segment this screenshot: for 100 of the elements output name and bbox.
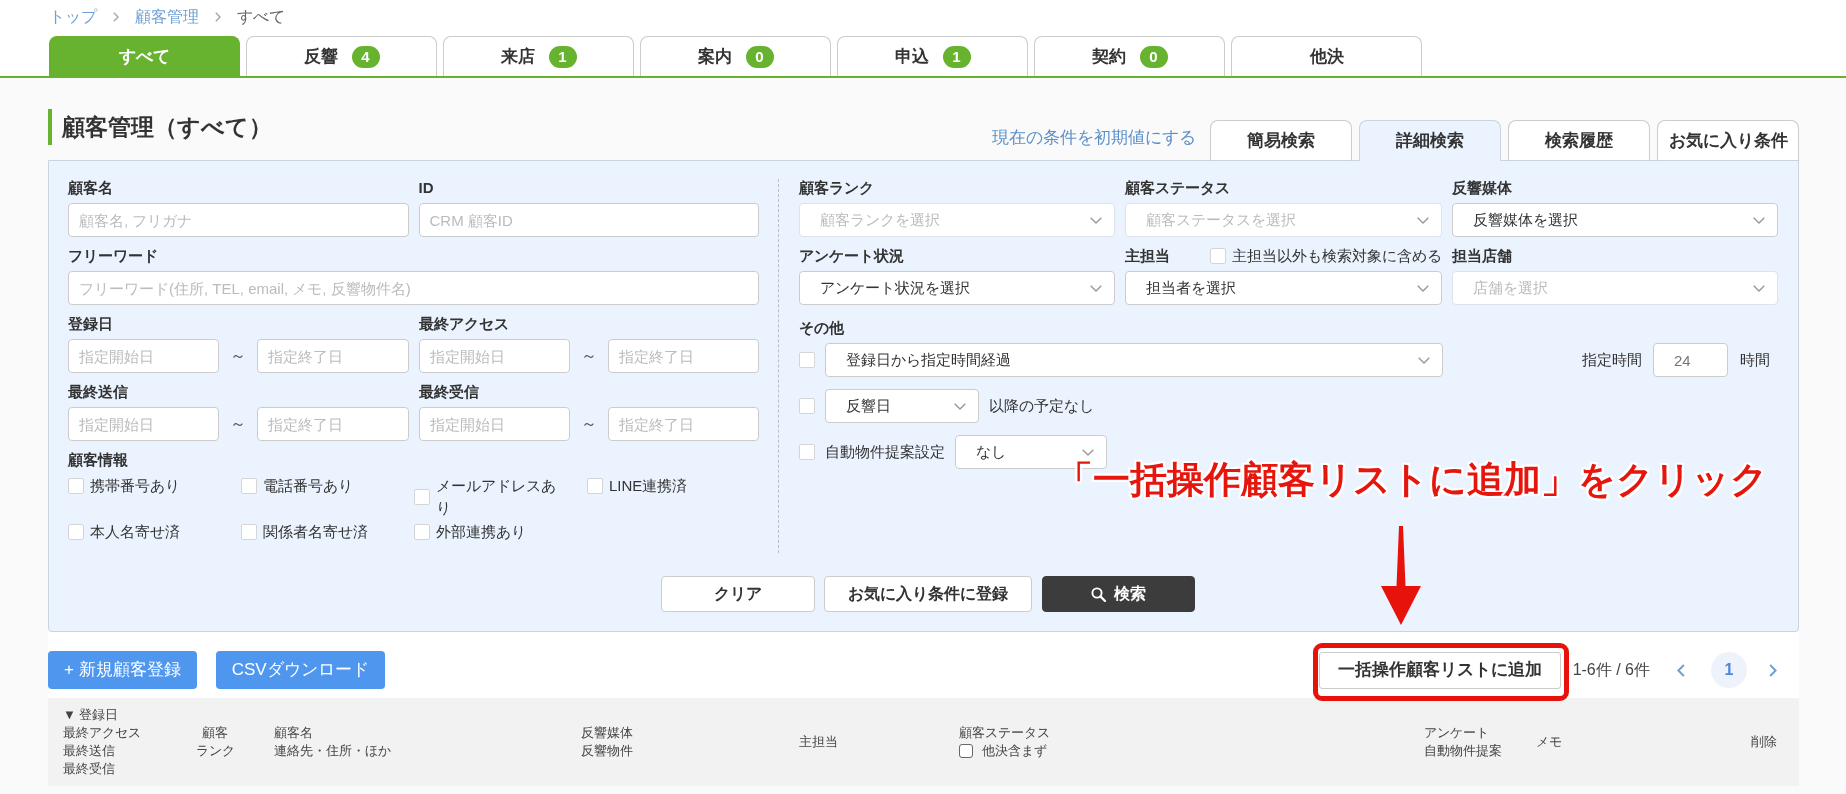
field-label: フリーワード <box>68 247 158 265</box>
page-title: 顧客管理（すべて） <box>48 109 272 145</box>
field-label: アンケート状況 <box>799 247 904 265</box>
column-header: 最終受信 <box>63 760 115 778</box>
checkbox-label: 関係者名寄せ済 <box>263 522 368 542</box>
status-tab[interactable]: 契約 0 <box>1034 36 1225 76</box>
hours-input[interactable]: 24 <box>1653 343 1728 377</box>
chevron-down-icon <box>1090 216 1102 224</box>
count-badge: 1 <box>548 45 577 68</box>
count-badge: 0 <box>1139 45 1168 68</box>
field-label: その他 <box>799 319 844 337</box>
checkbox-label: LINE連携済 <box>609 476 688 496</box>
column-header: ランク <box>195 742 235 760</box>
date-input[interactable]: 指定開始日 <box>418 339 570 373</box>
date-input[interactable]: 指定開始日 <box>68 407 220 441</box>
search-tab[interactable]: 詳細検索 <box>1359 120 1501 161</box>
column-header: 削除 <box>1751 733 1777 751</box>
field-label: 顧客情報 <box>68 451 128 469</box>
checkbox-label: メールアドレスあり <box>436 476 557 518</box>
column-header: 顧客 <box>202 724 228 742</box>
count-badge: 4 <box>351 45 380 68</box>
chevron-down-icon <box>1753 284 1765 292</box>
chevron-left-icon <box>1677 663 1685 677</box>
column-header: 反響媒体 <box>581 724 633 742</box>
action-button[interactable]: お気に入り条件に登録 <box>824 576 1032 612</box>
suffix-text: 以降の予定なし <box>989 395 1094 416</box>
text-input[interactable]: CRM 顧客ID <box>418 203 759 237</box>
checkbox-label: 本人名寄せ済 <box>90 522 180 542</box>
chevron-down-icon <box>1753 216 1765 224</box>
field-label: 反響媒体 <box>1452 179 1512 197</box>
field-label: 顧客名 <box>68 179 113 197</box>
status-tab[interactable]: 申込 1 <box>837 36 1028 76</box>
field-label: 登録日 <box>68 315 113 333</box>
chevron-down-icon <box>1418 356 1430 364</box>
checkbox-label: 他決含まず <box>982 742 1047 760</box>
search-icon <box>1091 586 1106 602</box>
column-header: 顧客ステータス <box>959 724 1050 742</box>
select-field[interactable]: アンケート状況を選択 <box>799 271 1115 305</box>
field-label: ID <box>418 179 434 197</box>
checkbox-label: 携帯番号あり <box>90 476 180 496</box>
option-label: 自動物件提案設定 <box>825 441 945 462</box>
text-input[interactable]: フリーワード(住所, TEL, email, メモ, 反響物件名) <box>68 271 759 305</box>
unit-label: 時間 <box>1740 349 1770 370</box>
date-input[interactable]: 指定開始日 <box>418 407 570 441</box>
field-label: 顧客ランク <box>799 179 874 197</box>
select-field[interactable]: 担当者を選択 <box>1125 271 1442 305</box>
field-label: 最終受信 <box>418 383 479 401</box>
range-separator: ～ <box>579 414 598 434</box>
field-label: 最終アクセス <box>418 315 509 333</box>
status-tab[interactable]: 来店 1 <box>443 36 634 76</box>
date-input[interactable]: 指定開始日 <box>68 339 220 373</box>
status-tab[interactable]: 他決 <box>1231 36 1422 76</box>
field-label: 担当店舗 <box>1452 247 1512 265</box>
range-separator: ～ <box>579 346 598 366</box>
chevron-down-icon <box>1417 284 1429 292</box>
column-header: メモ <box>1536 733 1562 751</box>
count-badge: 0 <box>745 45 774 68</box>
text-input[interactable]: 顧客名, フリガナ <box>68 203 409 237</box>
select-field[interactable]: 登録日から指定時間経過 <box>825 343 1443 377</box>
date-input[interactable]: 指定終了日 <box>257 339 409 373</box>
search-tab[interactable]: 検索履歴 <box>1508 120 1650 161</box>
chevron-right-icon <box>215 12 221 22</box>
column-header: 最終アクセス <box>63 724 141 742</box>
field-label: 最終送信 <box>68 383 128 401</box>
checkbox[interactable] <box>959 744 973 758</box>
select-field[interactable]: 反響媒体を選択 <box>1452 203 1778 237</box>
column-header: 連絡先・住所・ほか <box>274 742 391 760</box>
status-tab[interactable]: 反響 4 <box>246 36 437 76</box>
date-input[interactable]: 指定終了日 <box>607 407 759 441</box>
column-header: 最終送信 <box>63 742 115 760</box>
bulk-add-button[interactable]: 一括操作顧客リストに追加 <box>1318 651 1561 689</box>
column-header: 主担当 <box>799 733 838 751</box>
checkbox-label: 電話番号あり <box>263 476 353 496</box>
chevron-right-icon <box>1769 663 1777 677</box>
chevron-down-icon <box>954 402 966 410</box>
range-separator: ～ <box>229 414 248 434</box>
field-label: 主担当 <box>1125 247 1170 265</box>
result-count: 1-6件 / 6件 <box>1572 660 1650 680</box>
select-field[interactable]: 反響日 <box>825 389 979 423</box>
chevron-right-icon <box>113 12 119 22</box>
date-input[interactable]: 指定終了日 <box>257 407 409 441</box>
status-tab[interactable]: 案内 0 <box>640 36 831 76</box>
action-button[interactable]: クリア <box>661 576 815 612</box>
range-separator: ～ <box>229 346 248 366</box>
count-badge: 1 <box>942 45 971 68</box>
checkbox-label: 主担当以外も検索対象に含める <box>1232 247 1442 265</box>
search-tab[interactable]: 簡易検索 <box>1210 120 1352 161</box>
chevron-down-icon <box>1090 284 1102 292</box>
column-header: アンケート <box>1424 724 1489 742</box>
column-header: 自動物件提案 <box>1424 742 1502 760</box>
search-button[interactable]: 検索 <box>1042 576 1195 612</box>
column-header: 反響物件 <box>581 742 633 760</box>
breadcrumb-current: すべて <box>237 7 285 27</box>
chevron-down-icon <box>1082 448 1094 456</box>
date-input[interactable]: 指定終了日 <box>607 339 759 373</box>
chevron-down-icon <box>1417 216 1429 224</box>
column-header: 顧客名 <box>274 724 313 742</box>
hours-label: 指定時間 <box>1582 349 1642 370</box>
column-header: ▼ 登録日 <box>63 706 119 724</box>
search-tab[interactable]: お気に入り条件 <box>1657 120 1799 161</box>
